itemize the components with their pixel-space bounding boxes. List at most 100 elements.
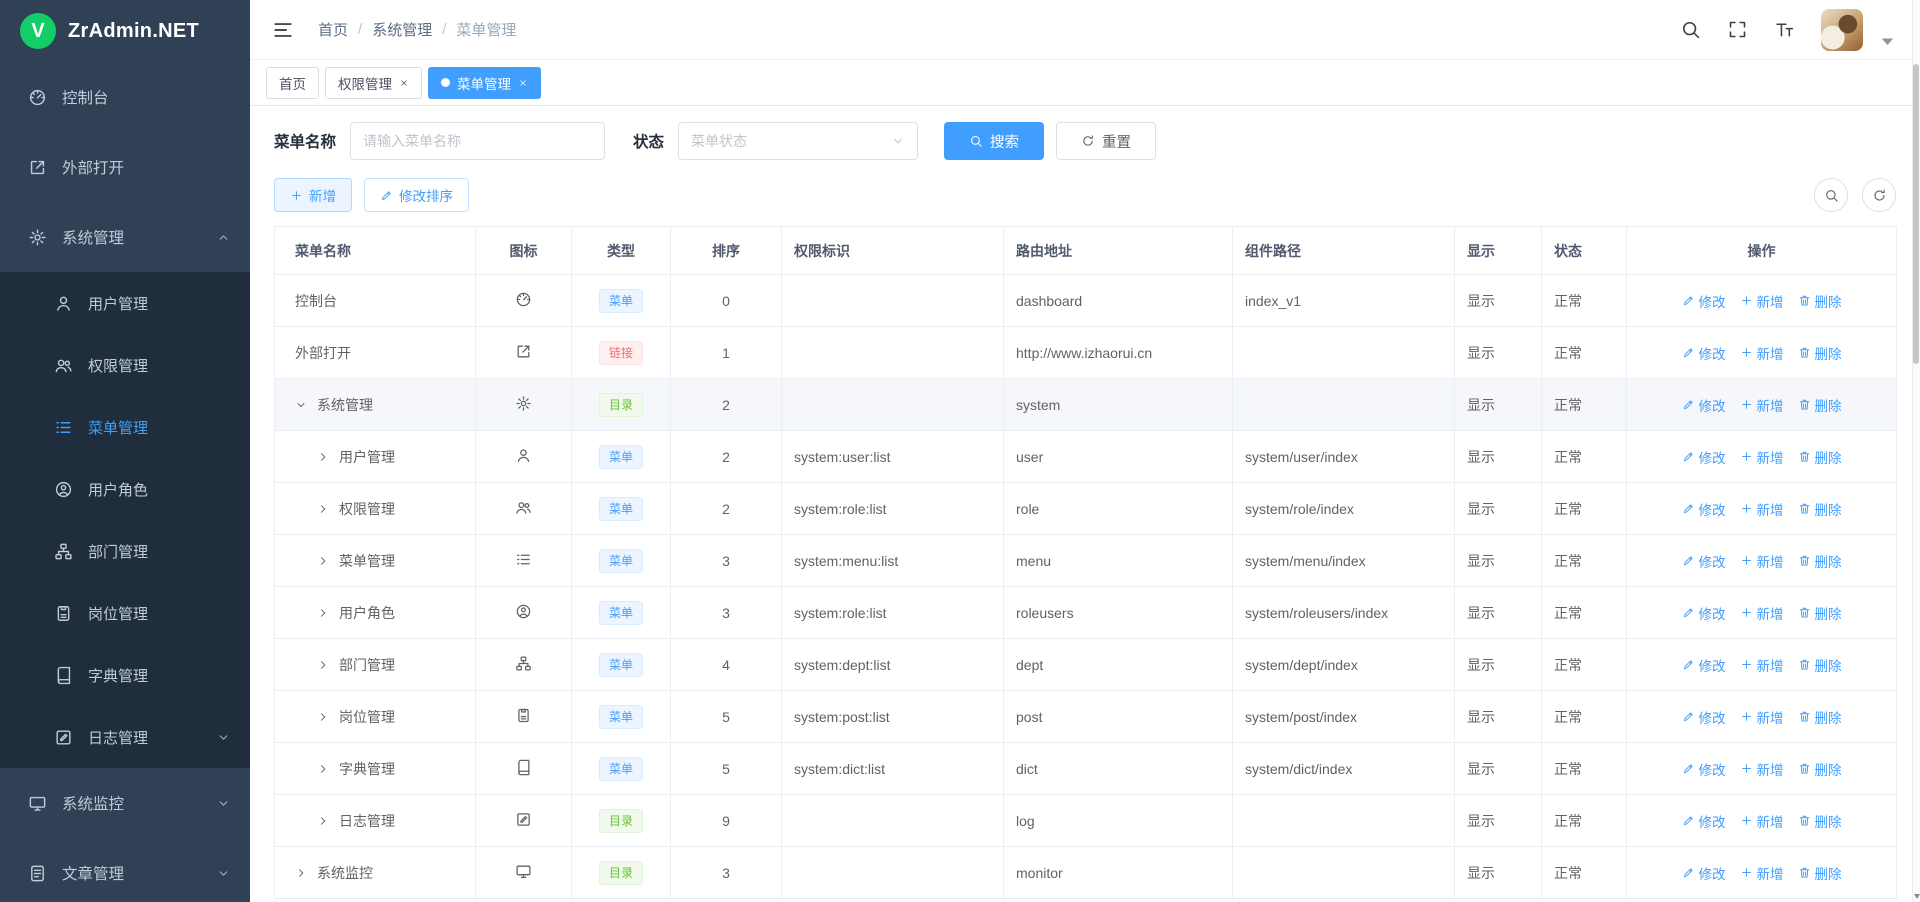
add-row-button[interactable]: 新增	[1740, 863, 1784, 883]
delete-button[interactable]: 删除	[1798, 655, 1842, 675]
add-row-button[interactable]: 新增	[1740, 291, 1784, 311]
edit-button[interactable]: 修改	[1682, 499, 1726, 519]
sidebar-item-dept[interactable]: 部门管理	[0, 520, 250, 582]
avatar[interactable]	[1821, 9, 1863, 51]
app-logo[interactable]: V ZrAdmin.NET	[0, 0, 250, 62]
tab-menu[interactable]: 菜单管理	[428, 67, 541, 99]
fullscreen-icon[interactable]	[1727, 19, 1748, 40]
edit-button[interactable]: 修改	[1682, 811, 1726, 831]
add-row-button[interactable]: 新增	[1740, 499, 1784, 519]
sidebar-item-dict[interactable]: 字典管理	[0, 644, 250, 706]
menu-name: 外部打开	[295, 343, 351, 363]
sidebar-item-roleusers[interactable]: 用户角色	[0, 458, 250, 520]
add-row-button[interactable]: 新增	[1740, 551, 1784, 571]
sort-button[interactable]: 修改排序	[364, 178, 469, 212]
expand-row-icon[interactable]	[317, 503, 337, 515]
expand-row-icon[interactable]	[317, 659, 337, 671]
delete-button[interactable]: 删除	[1798, 291, 1842, 311]
delete-button[interactable]: 删除	[1798, 395, 1842, 415]
tab-close-icon[interactable]	[518, 78, 528, 88]
type-tag: 菜单	[599, 497, 643, 521]
delete-button[interactable]: 删除	[1798, 707, 1842, 727]
menu-name-input[interactable]	[350, 122, 605, 160]
order-cell: 9	[671, 795, 782, 847]
edit-button[interactable]: 修改	[1682, 343, 1726, 363]
sidebar-item-role[interactable]: 权限管理	[0, 334, 250, 396]
sidebar-item-article[interactable]: 文章管理	[0, 838, 250, 902]
sidebar-item-label: 日志管理	[88, 727, 148, 748]
search-button[interactable]: 搜索	[944, 122, 1044, 160]
tab-home[interactable]: 首页	[266, 67, 319, 99]
sidebar-item-dashboard[interactable]: 控制台	[0, 62, 250, 132]
status-cell: 正常	[1542, 379, 1627, 431]
edit-button[interactable]: 修改	[1682, 655, 1726, 675]
add-row-button[interactable]: 新增	[1740, 343, 1784, 363]
expand-row-icon[interactable]	[317, 711, 337, 723]
perm-cell	[782, 327, 1004, 379]
add-row-button[interactable]: 新增	[1740, 707, 1784, 727]
edit-button[interactable]: 修改	[1682, 603, 1726, 623]
dashboard-icon	[26, 88, 48, 107]
route-cell: role	[1004, 483, 1233, 535]
expand-row-icon[interactable]	[317, 555, 337, 567]
sidebar-item-external[interactable]: 外部打开	[0, 132, 250, 202]
add-row-button[interactable]: 新增	[1740, 603, 1784, 623]
add-row-button[interactable]: 新增	[1740, 811, 1784, 831]
tab-role[interactable]: 权限管理	[325, 67, 422, 99]
dashboard-icon	[515, 291, 532, 308]
type-tag: 目录	[599, 393, 643, 417]
delete-button[interactable]: 删除	[1798, 759, 1842, 779]
sidebar-item-label: 控制台	[62, 86, 109, 108]
expand-row-icon[interactable]	[295, 867, 315, 879]
delete-button[interactable]: 删除	[1798, 499, 1842, 519]
delete-button[interactable]: 删除	[1798, 343, 1842, 363]
avatar-caret-icon[interactable]	[1877, 31, 1898, 52]
column-header: 排序	[671, 227, 782, 275]
scrollbar-down-arrow[interactable]	[1914, 894, 1920, 899]
breadcrumb-separator: /	[358, 21, 362, 38]
add-row-button[interactable]: 新增	[1740, 759, 1784, 779]
sidebar-item-log[interactable]: 日志管理	[0, 706, 250, 768]
search-icon[interactable]	[1680, 19, 1701, 40]
route-cell: dashboard	[1004, 275, 1233, 327]
add-button[interactable]: 新增	[274, 178, 352, 212]
collapse-row-icon[interactable]	[295, 399, 315, 411]
scrollbar[interactable]	[1912, 0, 1920, 902]
order-cell: 1	[671, 327, 782, 379]
edit-button[interactable]: 修改	[1682, 551, 1726, 571]
sidebar-item-monitor[interactable]: 系统监控	[0, 768, 250, 838]
delete-button[interactable]: 删除	[1798, 603, 1842, 623]
edit-button[interactable]: 修改	[1682, 447, 1726, 467]
delete-button[interactable]: 删除	[1798, 551, 1842, 571]
sidebar-item-user[interactable]: 用户管理	[0, 272, 250, 334]
edit-button[interactable]: 修改	[1682, 759, 1726, 779]
delete-button[interactable]: 删除	[1798, 447, 1842, 467]
breadcrumb-item-home[interactable]: 首页	[318, 19, 348, 40]
tab-close-icon[interactable]	[399, 78, 409, 88]
expand-row-icon[interactable]	[317, 451, 337, 463]
font-size-icon[interactable]	[1774, 19, 1795, 40]
edit-button[interactable]: 修改	[1682, 707, 1726, 727]
table-refresh-button[interactable]	[1862, 178, 1896, 212]
add-row-button[interactable]: 新增	[1740, 447, 1784, 467]
expand-row-icon[interactable]	[317, 815, 337, 827]
table-search-button[interactable]	[1814, 178, 1848, 212]
expand-row-icon[interactable]	[317, 607, 337, 619]
edit-button[interactable]: 修改	[1682, 395, 1726, 415]
add-row-button[interactable]: 新增	[1740, 395, 1784, 415]
sidebar-item-menu[interactable]: 菜单管理	[0, 396, 250, 458]
sidebar-item-post[interactable]: 岗位管理	[0, 582, 250, 644]
chevron-up-icon	[217, 231, 230, 244]
edit-button[interactable]: 修改	[1682, 863, 1726, 883]
add-row-button[interactable]: 新增	[1740, 655, 1784, 675]
delete-button[interactable]: 删除	[1798, 863, 1842, 883]
reset-button[interactable]: 重置	[1056, 122, 1156, 160]
breadcrumb-item-system[interactable]: 系统管理	[372, 19, 432, 40]
status-select[interactable]: 菜单状态	[678, 122, 918, 160]
sidebar-item-system[interactable]: 系统管理	[0, 202, 250, 272]
scrollbar-thumb[interactable]	[1913, 64, 1919, 364]
delete-button[interactable]: 删除	[1798, 811, 1842, 831]
edit-button[interactable]: 修改	[1682, 291, 1726, 311]
sidebar-toggle-icon[interactable]	[272, 19, 294, 41]
expand-row-icon[interactable]	[317, 763, 337, 775]
